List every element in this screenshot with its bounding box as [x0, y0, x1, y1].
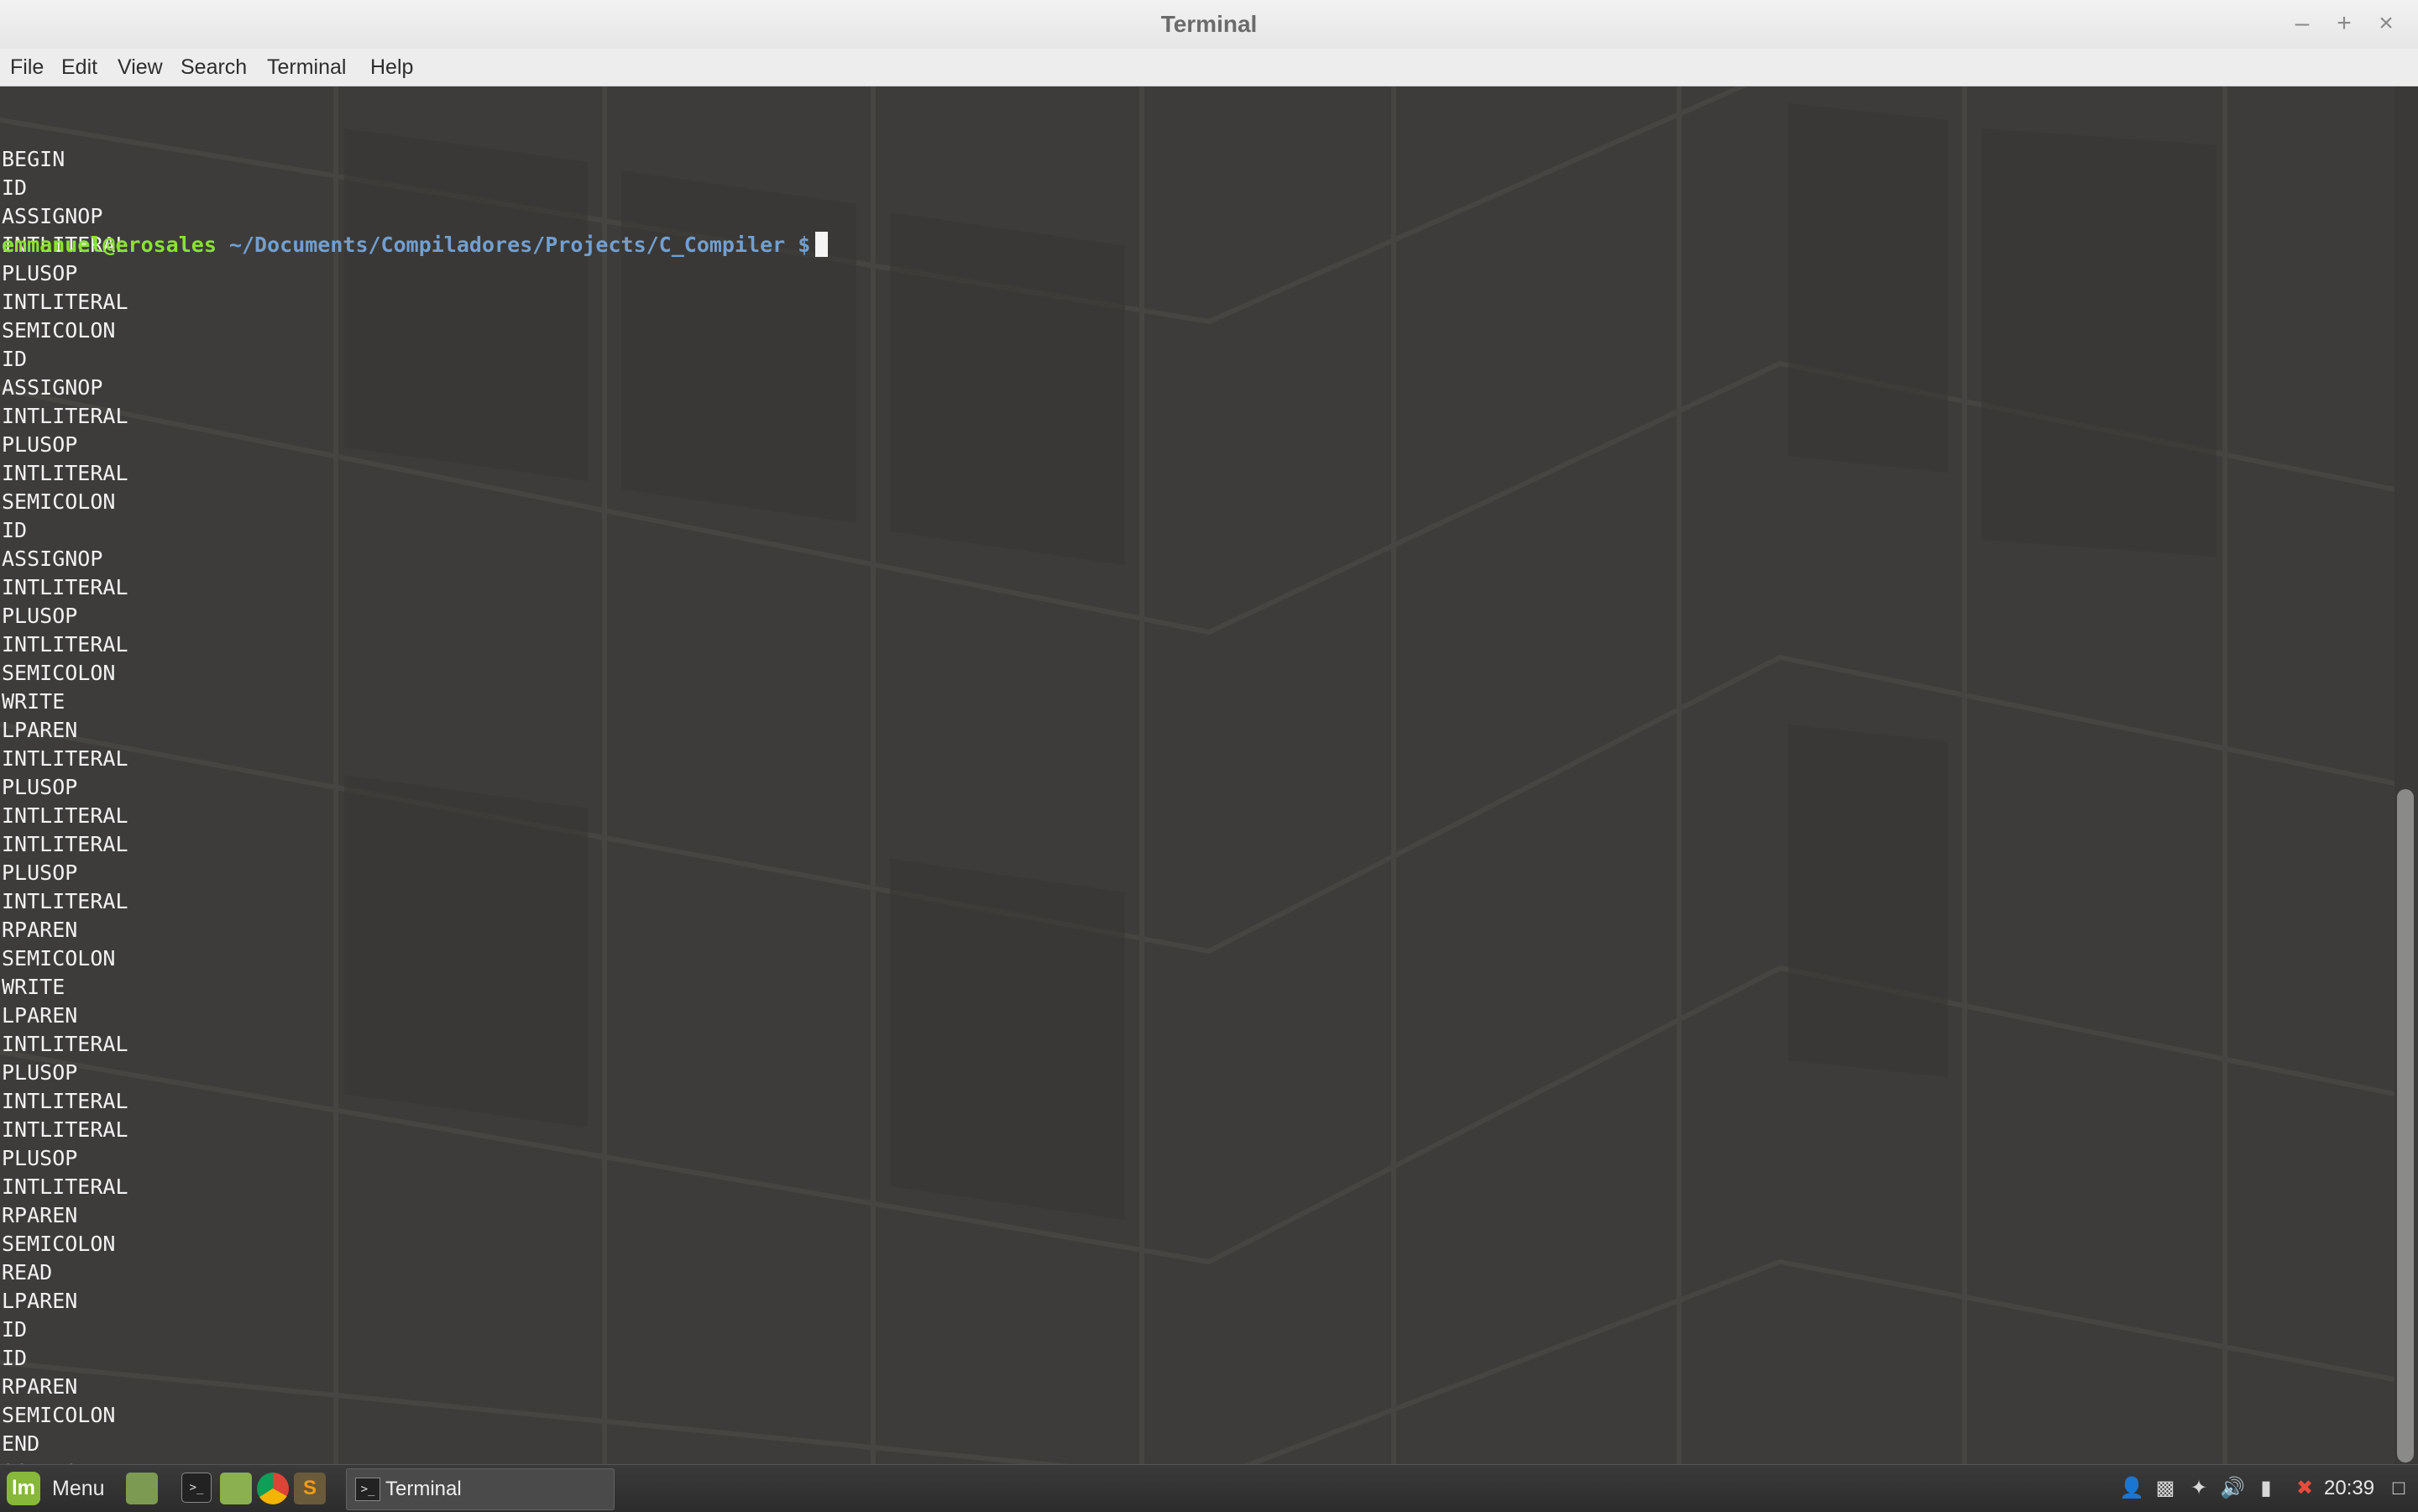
terminal-output-line: ASSIGNOP [2, 375, 103, 400]
terminal-output-line: ID [2, 518, 28, 542]
terminal-output-line: INTLITERAL [2, 889, 128, 913]
terminal-output-line: PLUSOP [2, 775, 78, 799]
taskbar-window-terminal[interactable]: >_ Terminal [346, 1468, 615, 1510]
terminal-output-line: SEMICOLON [2, 946, 116, 971]
terminal-output-line: PLUSOP [2, 1146, 78, 1170]
text-cursor [815, 232, 829, 257]
terminal-output-line: INTLITERAL [2, 1089, 128, 1113]
terminal-output-line: ID [2, 175, 28, 200]
chrome-icon[interactable] [257, 1473, 289, 1504]
terminal-output-line: WRITE [2, 975, 65, 999]
terminal-output-line: LPAREN [2, 718, 78, 742]
terminal-output-line: ID [2, 347, 28, 371]
terminal-output-line: PLUSOP [2, 861, 78, 885]
terminal-output-line: PLUSOP [2, 1060, 78, 1085]
menu-view[interactable]: View [118, 49, 163, 86]
terminal-output-line: INTLITERAL [2, 404, 128, 428]
terminal-output-line: INTLITERAL [2, 1117, 128, 1142]
terminal-output-line: SEMICOLON [2, 1403, 116, 1427]
volume-icon[interactable]: 🔊 [2220, 1476, 2245, 1501]
user-icon[interactable]: 👤 [2119, 1476, 2144, 1501]
bluetooth-icon[interactable]: ✦ [2186, 1476, 2211, 1501]
sublime-icon[interactable]: S [294, 1473, 326, 1504]
window-titlebar[interactable]: Terminal – + × [0, 0, 2418, 50]
window-title: Terminal [1160, 11, 1258, 37]
prompt-path: ~/Documents/Compiladores/Projects/C_Comp… [228, 233, 786, 257]
terminal-output-line: READ [2, 1260, 53, 1284]
terminal-output-line: INTLITERAL [2, 461, 128, 485]
terminal-output-line: END [2, 1431, 40, 1456]
terminal-viewport[interactable]: BEGIN ID ASSIGNOP INTLITERAL PLUSOP INTLITERA… [0, 86, 2394, 1464]
close-button[interactable]: × [2368, 7, 2405, 40]
notifications-icon[interactable]: □ [2386, 1476, 2411, 1501]
terminal-output-line: PLUSOP [2, 261, 78, 285]
terminal-output-line: RPAREN [2, 1374, 78, 1399]
terminal-output-line: SEMICOLON [2, 661, 116, 685]
terminal-output-line: INTLITERAL [2, 290, 128, 314]
terminal-output-line: WRITE [2, 689, 65, 714]
maximize-button[interactable]: + [2326, 7, 2363, 40]
taskbar-window-label: Terminal [385, 1478, 462, 1500]
menu-terminal[interactable]: Terminal [267, 49, 346, 86]
terminal-output-line: ID [2, 1346, 28, 1370]
terminal-output-line: SEMICOLON [2, 1232, 116, 1256]
terminal-output-line: INTLITERAL [2, 632, 128, 657]
battery-icon[interactable]: ▮ [2253, 1476, 2279, 1501]
menu-file[interactable]: File [10, 49, 44, 86]
menu-help[interactable]: Help [370, 49, 413, 86]
show-desktop-icon[interactable] [126, 1473, 158, 1504]
terminal-output-line: RPAREN [2, 918, 78, 942]
terminal-output-line: BEGIN [2, 147, 65, 171]
network-icon[interactable]: ▩ [2153, 1476, 2178, 1501]
terminal-output-line: INTLITERAL [2, 1175, 128, 1199]
terminal-output-line: INTLITERAL [2, 832, 128, 856]
menu-bar: File Edit View Search Terminal Help [0, 49, 2418, 86]
terminal-output-line: SEMICOLON [2, 318, 116, 343]
files-icon[interactable] [220, 1473, 252, 1504]
prompt-user-host: emmanuel@erosales [2, 233, 217, 257]
menu-search[interactable]: Search [181, 49, 247, 86]
terminal-output-line: ID [2, 1317, 28, 1342]
terminal-output-line: ASSIGNOP [2, 204, 103, 228]
prompt-line[interactable]: emmanuel@erosales ~/Documents/Compilador… [2, 231, 829, 259]
terminal-output-line: LPAREN [2, 1003, 78, 1028]
terminal-output-line: SCANEOF [2, 1458, 828, 1464]
start-menu-label: Menu [52, 1477, 105, 1500]
update-shield-icon[interactable]: ✖ [2292, 1476, 2317, 1501]
minimize-button[interactable]: – [2284, 7, 2321, 40]
scrollbar-thumb[interactable] [2397, 789, 2414, 1462]
prompt-symbol: $ [798, 233, 811, 257]
terminal-output-line: PLUSOP [2, 604, 78, 628]
terminal-output-line: INTLITERAL [2, 575, 128, 599]
terminal-window-icon: >_ [355, 1478, 380, 1501]
terminal-output-line: INTLITERAL [2, 803, 128, 828]
menu-edit[interactable]: Edit [61, 49, 97, 86]
terminal-output-line: PLUSOP [2, 432, 78, 457]
taskbar: lm Menu >_ S >_ Terminal 👤 ▩ ✦ 🔊 ▮ ✖ 20:… [0, 1464, 2418, 1512]
terminal-output-line: SEMICOLON [2, 489, 116, 514]
terminal-output-line: INTLITERAL [2, 746, 128, 771]
terminal-output-line: INTLITERAL [2, 1032, 128, 1056]
terminal-icon[interactable]: >_ [181, 1473, 212, 1503]
mint-logo-icon: lm [7, 1472, 40, 1505]
clock[interactable]: 20:39 [2324, 1465, 2374, 1512]
terminal-output: BEGIN ID ASSIGNOP INTLITERAL PLUSOP INTLITERA… [2, 88, 829, 1464]
terminal-output-line: LPAREN [2, 1289, 78, 1313]
terminal-output-line: ASSIGNOP [2, 547, 103, 571]
terminal-output-line: RPAREN [2, 1203, 78, 1227]
